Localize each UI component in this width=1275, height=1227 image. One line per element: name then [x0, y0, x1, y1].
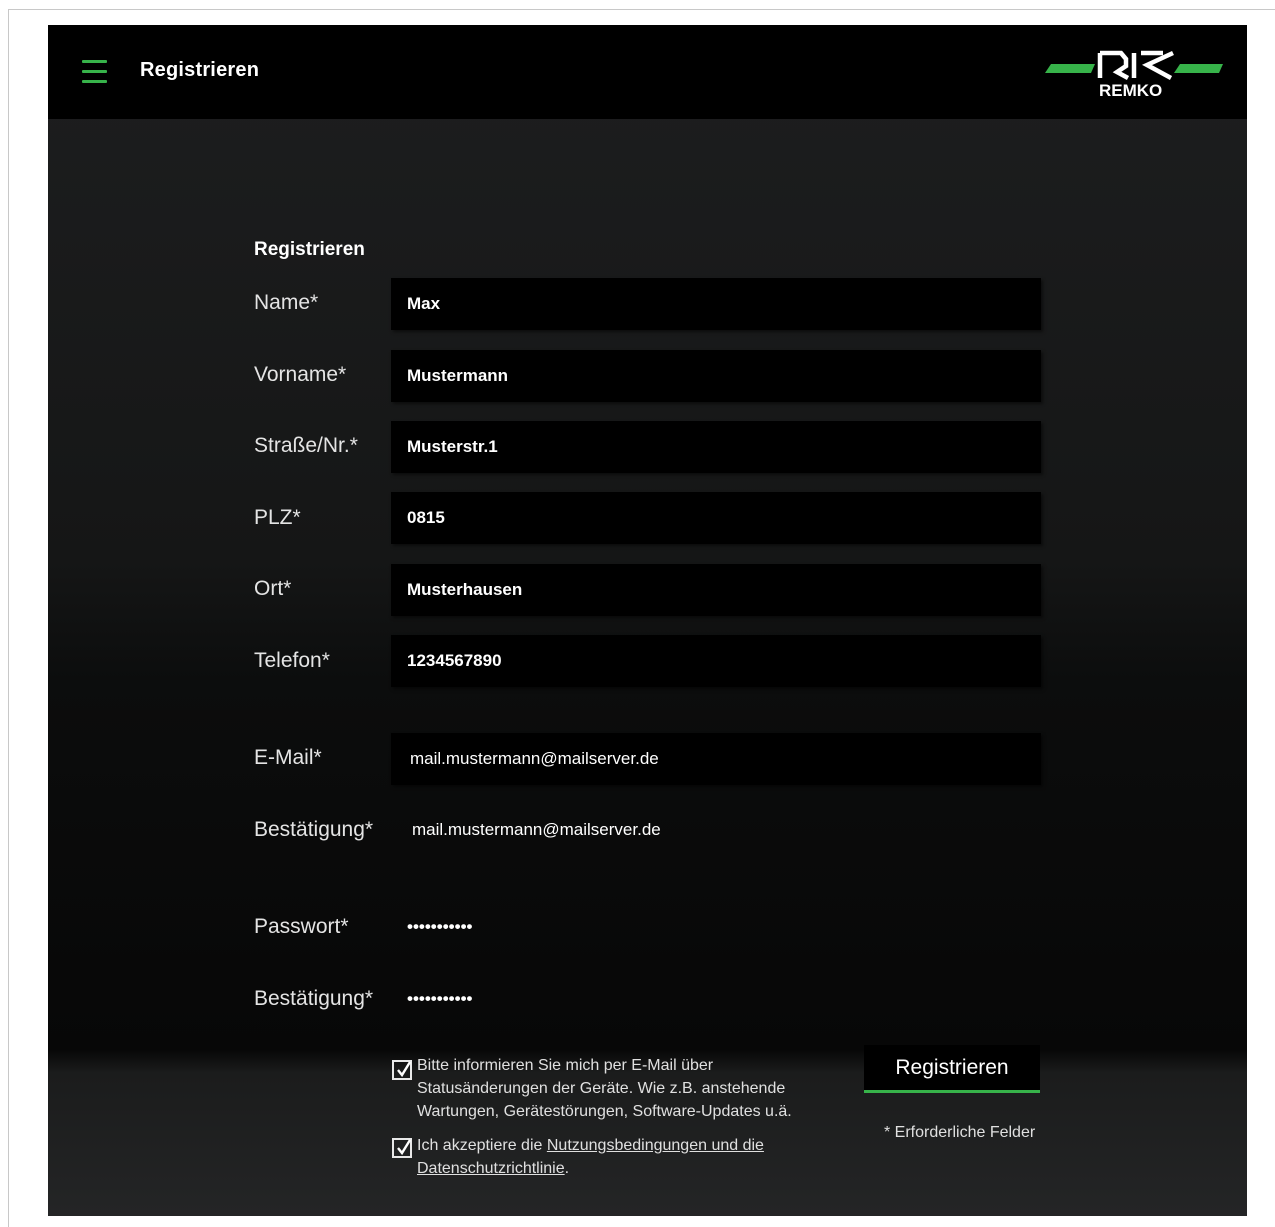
checkmark-icon [397, 1139, 412, 1156]
hamburger-menu-icon[interactable] [82, 60, 107, 84]
terms-text: Ich akzeptiere die Nutzungsbedingungen u… [417, 1134, 764, 1180]
notify-text-line1: Bitte informieren Sie mich per E-Mail üb… [417, 1057, 714, 1074]
register-button[interactable]: Registrieren [864, 1045, 1040, 1093]
notify-checkbox[interactable] [392, 1060, 412, 1080]
notify-text-line3: Wartungen, Gerätestörungen, Software-Upd… [417, 1103, 792, 1120]
name-label: Name* [254, 291, 319, 314]
plz-label: PLZ* [254, 506, 301, 529]
password-confirm-input[interactable]: ••••••••••• [391, 973, 1041, 1025]
form-title: Registrieren [254, 239, 365, 260]
notify-text-line2: Statusänderungen der Geräte. Wie z.B. an… [417, 1080, 786, 1097]
privacy-link[interactable]: Datenschutzrichtlinie [417, 1160, 565, 1177]
frame-border-top [8, 9, 1275, 10]
plz-input[interactable]: 0815 [391, 492, 1041, 544]
telefon-input[interactable]: 1234567890 [391, 635, 1041, 687]
terms-checkbox[interactable] [392, 1138, 412, 1158]
page-title: Registrieren [140, 59, 260, 81]
vorname-input[interactable]: Mustermann [391, 350, 1041, 402]
email-input[interactable]: mail.mustermann@mailserver.de [391, 733, 1041, 785]
password-input[interactable]: ••••••••••• [391, 901, 1041, 953]
notify-text: Bitte informieren Sie mich per E-Mail üb… [417, 1054, 792, 1123]
street-label: Straße/Nr.* [254, 434, 358, 457]
terms-suffix: . [564, 1160, 570, 1177]
password-confirm-label: Bestätigung* [254, 987, 374, 1010]
checkmark-icon [397, 1061, 412, 1078]
password-label: Passwort* [254, 915, 349, 938]
email-confirm-input[interactable]: mail.mustermann@mailserver.de [391, 804, 1041, 856]
ort-label: Ort* [254, 577, 292, 600]
terms-link[interactable]: Nutzungsbedingungen und die [547, 1137, 764, 1154]
top-bar: Registrieren REMKO [48, 25, 1247, 119]
street-input[interactable]: Musterstr.1 [391, 421, 1041, 473]
ort-input[interactable]: Musterhausen [391, 564, 1041, 616]
email-confirm-label: Bestätigung* [254, 818, 374, 841]
frame-border-left [8, 9, 9, 1227]
terms-prefix: Ich akzeptiere die [417, 1137, 547, 1154]
app-window: Registrieren REMKO Registrieren Name* Ma… [48, 25, 1247, 1216]
remko-logo: REMKO [1045, 50, 1223, 99]
email-label: E-Mail* [254, 746, 322, 769]
vorname-label: Vorname* [254, 363, 347, 386]
required-fields-note: * Erforderliche Felder [884, 1124, 1036, 1141]
name-input[interactable]: Max [391, 278, 1041, 330]
logo-wordmark: REMKO [1099, 81, 1162, 99]
telefon-label: Telefon* [254, 649, 330, 672]
